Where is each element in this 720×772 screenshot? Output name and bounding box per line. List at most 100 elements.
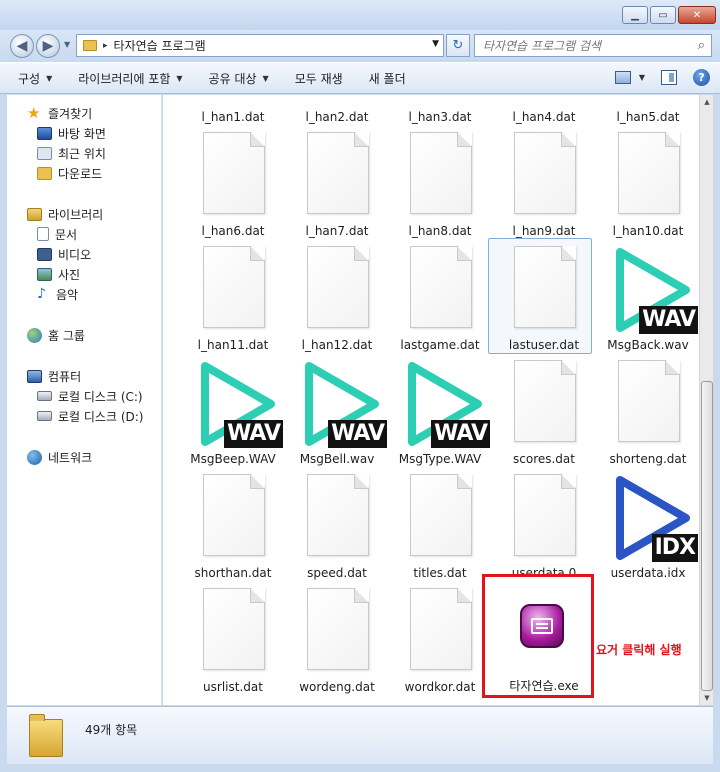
share-with-button[interactable]: 공유 대상 ▼ — [209, 70, 269, 87]
new-folder-button[interactable]: 새 폴더 — [369, 70, 406, 87]
file-name-label: MsgBeep.WAV — [190, 452, 276, 466]
file-name-label: scores.dat — [513, 452, 575, 466]
file-name-label: MsgType.WAV — [398, 452, 482, 466]
file-item[interactable]: WAV MsgBeep.WAV — [183, 354, 283, 466]
file-name-label: l_han5.dat — [616, 110, 680, 124]
file-view: l_han1.dat l_han2.dat l_han3.dat l_han4.dat… — [163, 95, 699, 705]
scroll-up-arrow-icon[interactable]: ▲ — [700, 95, 714, 109]
folder-icon — [83, 40, 97, 51]
view-controls: ▼ ? — [614, 69, 710, 86]
file-item[interactable]: l_han12.dat — [287, 240, 387, 352]
nav-label: 사진 — [58, 267, 81, 282]
play-all-button[interactable]: 모두 재생 — [295, 70, 343, 87]
nav-drive-c[interactable]: 로컬 디스크 (C:) — [7, 386, 161, 406]
title-bar: ▁ ▭ ✕ — [0, 0, 720, 30]
caret-down-icon: ▼ — [262, 73, 269, 83]
file-item[interactable]: lastuser.dat — [494, 240, 594, 352]
file-name-label: l_han8.dat — [408, 224, 472, 238]
nav-homegroup[interactable]: 홈 그룹 — [7, 325, 161, 345]
nav-label: 문서 — [55, 227, 78, 242]
index-play-icon: IDX — [610, 474, 698, 562]
refresh-icon: ↻ — [452, 38, 464, 53]
star-icon: ★ — [27, 103, 41, 122]
breadcrumb-separator[interactable]: ▸ — [103, 41, 108, 51]
close-button[interactable]: ✕ — [678, 6, 716, 24]
library-icon — [27, 207, 42, 221]
play-all-label: 모두 재생 — [294, 71, 343, 86]
refresh-button[interactable]: ↻ — [446, 34, 470, 57]
file-item[interactable]: l_han2.dat — [287, 95, 387, 124]
file-item[interactable]: lastgame.dat — [390, 240, 490, 352]
file-item[interactable]: shorteng.dat — [598, 354, 698, 466]
nav-pictures[interactable]: 사진 — [7, 264, 161, 284]
file-item[interactable]: l_han8.dat — [390, 126, 490, 238]
nav-label: 컴퓨터 — [48, 369, 82, 384]
minimize-button[interactable]: ▁ — [622, 6, 648, 24]
nav-documents[interactable]: 문서 — [7, 224, 161, 244]
file-item[interactable]: WAV MsgType.WAV — [390, 354, 490, 466]
nav-drive-d[interactable]: 로컬 디스크 (D:) — [7, 406, 161, 426]
file-name-label: MsgBell.wav — [299, 452, 375, 466]
file-item[interactable]: l_han4.dat — [494, 95, 594, 124]
recent-pages-dropdown[interactable]: ▼ — [64, 40, 70, 49]
scrollbar-thumb[interactable] — [701, 381, 713, 691]
search-input[interactable] — [483, 38, 683, 53]
file-item[interactable]: l_han10.dat — [598, 126, 698, 238]
file-name-label: l_han1.dat — [201, 110, 265, 124]
audio-play-icon: WAV — [610, 246, 698, 334]
nav-desktop[interactable]: 바탕 화면 — [7, 123, 161, 143]
file-item[interactable]: l_han6.dat — [183, 126, 283, 238]
nav-computer[interactable]: 컴퓨터 — [7, 366, 161, 386]
file-item[interactable]: speed.dat — [287, 468, 387, 580]
maximize-button[interactable]: ▭ — [650, 6, 676, 24]
file-item[interactable]: wordkor.dat — [390, 582, 490, 694]
document-file-icon — [307, 246, 369, 328]
nav-music[interactable]: ♪ 음악 — [7, 284, 161, 304]
nav-recent-places[interactable]: 최근 위치 — [7, 143, 161, 163]
nav-network[interactable]: 네트워크 — [7, 447, 161, 467]
scroll-down-arrow-icon[interactable]: ▼ — [700, 691, 714, 705]
libraries-section: 라이브러리 문서 비디오 사진 ♪ 음악 — [7, 204, 161, 304]
preview-pane-button[interactable] — [661, 70, 677, 85]
nav-videos[interactable]: 비디오 — [7, 244, 161, 264]
vertical-scrollbar[interactable]: ▲ ▼ — [699, 95, 713, 705]
file-name-label: l_han10.dat — [612, 224, 684, 238]
help-button[interactable]: ? — [693, 69, 710, 86]
share-label: 공유 대상 — [208, 71, 257, 86]
file-name-label: l_han12.dat — [301, 338, 373, 352]
file-item[interactable]: usrlist.dat — [183, 582, 283, 694]
file-name-label: MsgBack.wav — [607, 338, 689, 352]
file-item[interactable]: l_han7.dat — [287, 126, 387, 238]
file-item[interactable]: titles.dat — [390, 468, 490, 580]
file-item[interactable]: userdata.0 — [494, 468, 594, 580]
file-item[interactable]: l_han3.dat — [390, 95, 490, 124]
include-in-library-button[interactable]: 라이브러리에 포함 ▼ — [78, 70, 182, 87]
address-dropdown-icon[interactable]: ▼ — [432, 39, 439, 49]
file-item[interactable]: IDX userdata.idx — [598, 468, 698, 580]
file-item[interactable]: l_han9.dat — [494, 126, 594, 238]
nav-downloads[interactable]: 다운로드 — [7, 163, 161, 183]
file-type-badge: IDX — [651, 534, 698, 562]
change-view-button[interactable]: ▼ — [614, 71, 645, 84]
back-button[interactable]: ◀ — [10, 34, 34, 58]
breadcrumb-current-folder[interactable]: 타자연습 프로그램 — [114, 37, 206, 54]
file-item[interactable]: l_han1.dat — [183, 95, 283, 124]
search-box[interactable]: ⌕ — [474, 34, 712, 57]
new-folder-label: 새 폴더 — [368, 71, 406, 86]
nav-favorites[interactable]: ★ 즐겨찾기 — [7, 103, 161, 123]
search-icon[interactable]: ⌕ — [698, 38, 705, 53]
organize-button[interactable]: 구성 ▼ — [18, 70, 52, 87]
file-item[interactable]: shorthan.dat — [183, 468, 283, 580]
address-bar[interactable]: ▸ 타자연습 프로그램 ▼ — [76, 34, 444, 57]
file-item[interactable]: l_han5.dat — [598, 95, 698, 124]
file-item[interactable]: scores.dat — [494, 354, 594, 466]
file-item[interactable]: l_han11.dat — [183, 240, 283, 352]
file-item[interactable]: WAV MsgBack.wav — [598, 240, 698, 352]
file-item[interactable]: WAV MsgBell.wav — [287, 354, 387, 466]
forward-button[interactable]: ▶ — [36, 34, 60, 58]
nav-libraries[interactable]: 라이브러리 — [7, 204, 161, 224]
file-name-label: l_han6.dat — [201, 224, 265, 238]
window-controls: ▁ ▭ ✕ — [622, 6, 716, 24]
file-item[interactable]: wordeng.dat — [287, 582, 387, 694]
document-file-icon — [514, 246, 576, 328]
